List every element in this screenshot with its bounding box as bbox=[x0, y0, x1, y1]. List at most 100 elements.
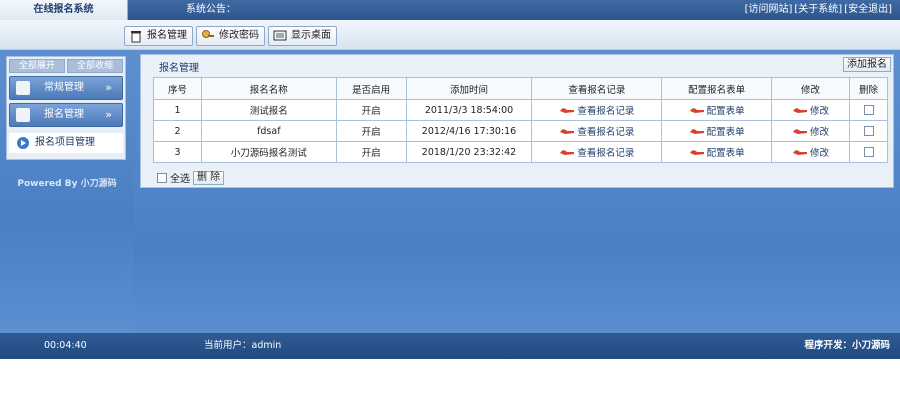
menu-signup[interactable]: 报名管理 » bbox=[9, 103, 123, 127]
show-desktop-label: 显示桌面 bbox=[291, 30, 331, 41]
menu-general[interactable]: 常规管理 » bbox=[9, 76, 123, 100]
delete-button[interactable]: 删 除 bbox=[193, 170, 225, 185]
col-name: 报名名称 bbox=[200, 77, 337, 100]
logout-link[interactable]: [安全退出] bbox=[844, 0, 892, 20]
about-system-link[interactable]: [关于系统] bbox=[794, 0, 842, 20]
change-password-button[interactable]: 修改密码 bbox=[196, 26, 265, 46]
signup-table: 序号 报名名称 是否启用 添加时间 查看报名记录 配置报名表单 修改 删除 1 … bbox=[153, 77, 888, 163]
expand-all-button[interactable]: 全部展开 bbox=[9, 59, 65, 73]
toolbar: 报名管理 修改密码 显示桌面 bbox=[0, 20, 900, 50]
config-form-link[interactable]: 配置表单 bbox=[689, 103, 745, 117]
top-links: [访问网站] [关于系统] [安全退出] bbox=[745, 0, 892, 20]
cell-time: 2012/4/16 17:30:16 bbox=[405, 120, 533, 142]
select-all-label: 全选 bbox=[170, 174, 190, 185]
col-index: 序号 bbox=[153, 77, 202, 100]
config-form-label: 配置表单 bbox=[706, 147, 745, 159]
cell-name: 测试报名 bbox=[200, 99, 337, 121]
signup-manage-button[interactable]: 报名管理 bbox=[124, 26, 193, 46]
sidebar: 全部展开 全部收缩 常规管理 » 报名管理 » 报名项目管理 Powered B… bbox=[0, 50, 134, 333]
pointing-hand-icon bbox=[560, 149, 575, 155]
pointing-hand-icon bbox=[793, 149, 808, 155]
config-form-link[interactable]: 配置表单 bbox=[689, 145, 745, 159]
select-all-checkbox[interactable] bbox=[157, 172, 167, 183]
cell-enabled: 开启 bbox=[335, 99, 407, 121]
table-row: 3 小刀源码报名测试 开启 2018/1/20 23:32:42 查看报名记录 … bbox=[153, 141, 888, 163]
current-user: 当前用户：admin bbox=[204, 340, 282, 351]
view-records-label: 查看报名记录 bbox=[577, 105, 635, 117]
submenu-signup-projects[interactable]: 报名项目管理 bbox=[9, 133, 123, 153]
expand-collapse-group: 全部展开 全部收缩 bbox=[7, 57, 125, 73]
key-icon bbox=[202, 30, 214, 38]
play-icon bbox=[17, 137, 29, 149]
cell-index: 1 bbox=[153, 99, 202, 121]
cell-index: 2 bbox=[153, 120, 202, 142]
table-footer: 全选 删 除 bbox=[157, 170, 225, 185]
collapse-all-button[interactable]: 全部收缩 bbox=[67, 59, 123, 73]
powered-by: Powered By 小刀源码 bbox=[17, 179, 117, 189]
col-records: 查看报名记录 bbox=[531, 77, 663, 100]
cell-name: 小刀源码报名测试 bbox=[200, 141, 337, 163]
system-title: 在线报名系统 bbox=[0, 0, 128, 20]
pointing-hand-icon bbox=[560, 107, 575, 113]
delete-checkbox[interactable] bbox=[863, 105, 874, 115]
pointing-hand-icon bbox=[689, 128, 704, 134]
cell-time: 2018/1/20 23:32:42 bbox=[405, 141, 533, 163]
visit-site-link[interactable]: [访问网站] bbox=[745, 0, 793, 20]
col-delete: 删除 bbox=[849, 77, 888, 100]
cell-index: 3 bbox=[153, 141, 202, 163]
view-records-link[interactable]: 查看报名记录 bbox=[559, 124, 634, 138]
edit-label: 修改 bbox=[810, 126, 830, 138]
view-records-link[interactable]: 查看报名记录 bbox=[559, 145, 634, 159]
status-bar: 00:04:40 当前用户：admin 程序开发：小刀源码 bbox=[0, 333, 900, 359]
menu-signup-label: 报名管理 bbox=[44, 109, 84, 120]
col-enabled: 是否启用 bbox=[335, 77, 407, 100]
cell-time: 2011/3/3 18:54:00 bbox=[405, 99, 533, 121]
change-password-label: 修改密码 bbox=[219, 30, 259, 41]
desktop-icon bbox=[273, 30, 287, 41]
menu-panel: 全部展开 全部收缩 常规管理 » 报名管理 » 报名项目管理 bbox=[6, 56, 126, 160]
developer-credit: 程序开发：小刀源码 bbox=[804, 340, 890, 351]
notice-label: 系统公告： bbox=[186, 4, 236, 15]
cell-enabled: 开启 bbox=[335, 141, 407, 163]
edit-link[interactable]: 修改 bbox=[792, 124, 829, 138]
edit-label: 修改 bbox=[810, 147, 830, 159]
delete-checkbox[interactable] bbox=[863, 126, 874, 136]
cell-enabled: 开启 bbox=[335, 120, 407, 142]
pointing-hand-icon bbox=[793, 128, 808, 134]
clock: 00:04:40 bbox=[44, 340, 87, 351]
view-records-label: 查看报名记录 bbox=[577, 147, 635, 159]
main-area: 报名管理 添加报名 序号 报名名称 是否启用 添加时间 查看报名记录 配置报名表… bbox=[134, 50, 900, 333]
table-row: 1 测试报名 开启 2011/3/3 18:54:00 查看报名记录 配置表单 … bbox=[153, 99, 888, 121]
show-desktop-button[interactable]: 显示桌面 bbox=[268, 26, 337, 46]
menu-general-label: 常规管理 bbox=[44, 82, 84, 93]
edit-link[interactable]: 修改 bbox=[792, 145, 829, 159]
double-chevron-icon: » bbox=[105, 108, 112, 121]
list-icon bbox=[16, 108, 30, 122]
section-title: 报名管理 bbox=[159, 63, 199, 74]
settings-icon bbox=[16, 81, 30, 95]
view-records-label: 查看报名记录 bbox=[577, 126, 635, 138]
table-row: 2 fdsaf 开启 2012/4/16 17:30:16 查看报名记录 配置表… bbox=[153, 120, 888, 142]
col-edit: 修改 bbox=[771, 77, 850, 100]
config-form-label: 配置表单 bbox=[706, 126, 745, 138]
pointing-hand-icon bbox=[793, 107, 808, 113]
col-time: 添加时间 bbox=[405, 77, 533, 100]
delete-checkbox[interactable] bbox=[863, 147, 874, 157]
pointing-hand-icon bbox=[689, 107, 704, 113]
submenu-label: 报名项目管理 bbox=[35, 137, 95, 148]
table-header-row: 序号 报名名称 是否启用 添加时间 查看报名记录 配置报名表单 修改 删除 bbox=[153, 77, 888, 100]
trash-icon bbox=[131, 31, 141, 43]
cell-name: fdsaf bbox=[200, 120, 337, 142]
signup-manage-label: 报名管理 bbox=[147, 30, 187, 41]
config-form-link[interactable]: 配置表单 bbox=[689, 124, 745, 138]
edit-link[interactable]: 修改 bbox=[792, 103, 829, 117]
top-bar: 在线报名系统 系统公告： [访问网站] [关于系统] [安全退出] bbox=[0, 0, 900, 20]
add-signup-button[interactable]: 添加报名 bbox=[843, 57, 891, 72]
pointing-hand-icon bbox=[689, 149, 704, 155]
double-chevron-icon: » bbox=[105, 81, 112, 94]
col-form: 配置报名表单 bbox=[661, 77, 773, 100]
content-panel: 报名管理 添加报名 序号 报名名称 是否启用 添加时间 查看报名记录 配置报名表… bbox=[140, 54, 894, 188]
config-form-label: 配置表单 bbox=[706, 105, 745, 117]
view-records-link[interactable]: 查看报名记录 bbox=[559, 103, 634, 117]
edit-label: 修改 bbox=[810, 105, 830, 117]
